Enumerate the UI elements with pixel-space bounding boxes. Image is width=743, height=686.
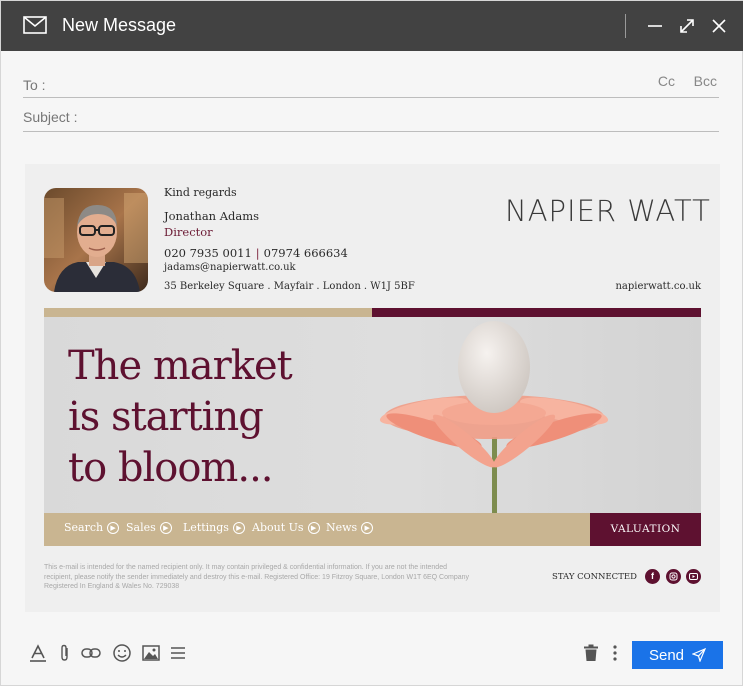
nav-lettings[interactable]: Lettings ▶ [183, 521, 245, 534]
promo-banner[interactable]: The market is starting to bloom... [44, 317, 701, 513]
portrait-image [44, 188, 148, 292]
chevron-right-icon: ▶ [159, 521, 172, 534]
youtube-icon[interactable] [686, 569, 701, 584]
signature-phones: 020 7935 0011 | 07974 666634 [164, 246, 348, 260]
subject-label: Subject : [23, 109, 78, 125]
accent-bar-wine [372, 308, 701, 317]
headline-line-2: is starting [68, 394, 264, 440]
emoji-icon[interactable] [112, 643, 132, 663]
bcc-button[interactable]: Bcc [694, 73, 717, 89]
signature-name: Jonathan Adams [164, 209, 260, 223]
signature-role: Director [164, 225, 213, 239]
phone-office[interactable]: 020 7935 0011 [164, 246, 252, 260]
headline-line-1: The market [68, 343, 293, 389]
attachment-icon[interactable] [55, 643, 75, 663]
more-options-icon[interactable] [168, 643, 188, 663]
title-bar: New Message [1, 1, 743, 51]
to-field[interactable]: To : Cc Bcc [23, 73, 719, 98]
nav-search-label: Search [64, 521, 104, 534]
image-icon[interactable] [141, 643, 161, 663]
minimize-icon[interactable] [646, 17, 664, 35]
link-icon[interactable] [81, 643, 101, 663]
title-separator [625, 14, 626, 38]
website-link[interactable]: napierwatt.co.uk [615, 281, 701, 292]
signature-email[interactable]: jadams@napierwatt.co.uk [164, 262, 296, 273]
subject-field[interactable]: Subject : [23, 105, 719, 132]
nav-about-us-label: About Us [252, 521, 304, 534]
phone-separator: | [255, 246, 260, 260]
compose-window: New Message To : Cc Bcc Subject : Kind r… [0, 0, 743, 686]
nav-sales[interactable]: Sales ▶ [126, 521, 172, 534]
signature-address: 35 Berkeley Square . Mayfair . London . … [164, 281, 415, 292]
signature-nav: Search ▶ Sales ▶ Lettings ▶ About Us ▶ News ▶ [44, 513, 590, 546]
nav-about-us[interactable]: About Us ▶ [252, 521, 320, 534]
close-icon[interactable] [710, 17, 728, 35]
facebook-icon[interactable]: f [645, 569, 660, 584]
nav-sales-label: Sales [126, 521, 156, 534]
signature-photo [44, 188, 148, 292]
nav-news[interactable]: News ▶ [326, 521, 374, 534]
to-label: To : [23, 77, 46, 93]
cc-button[interactable]: Cc [658, 73, 675, 89]
chevron-right-icon: ▶ [307, 521, 320, 534]
nav-search[interactable]: Search ▶ [64, 521, 120, 534]
banner-headline: The market is starting to bloom... [68, 341, 293, 494]
expand-icon[interactable] [678, 17, 696, 35]
stay-connected-label: STAY CONNECTED [552, 572, 637, 582]
accent-bar-tan [44, 308, 372, 317]
valuation-button[interactable]: VALUATION [590, 513, 701, 546]
nav-lettings-label: Lettings [183, 521, 229, 534]
nav-news-label: News [326, 521, 358, 534]
headline-line-3: to bloom... [68, 445, 274, 491]
instagram-icon[interactable] [666, 569, 681, 584]
mail-icon [23, 16, 47, 34]
kebab-menu-icon[interactable] [605, 643, 625, 663]
send-icon [692, 648, 707, 662]
send-button[interactable]: Send [632, 641, 723, 669]
chevron-right-icon: ▶ [232, 521, 245, 534]
phone-mobile[interactable]: 07974 666634 [264, 246, 348, 260]
chevron-right-icon: ▶ [361, 521, 374, 534]
chevron-right-icon: ▶ [107, 521, 120, 534]
text-format-icon[interactable] [28, 643, 48, 663]
message-body[interactable]: Kind regards Jonathan Adams Director 020… [25, 164, 720, 612]
legal-disclaimer: This e-mail is intended for the named re… [44, 564, 470, 590]
window-title: New Message [62, 15, 177, 35]
signature-greeting: Kind regards [164, 186, 237, 199]
trash-icon[interactable] [581, 643, 601, 663]
send-label: Send [648, 646, 685, 664]
brand-logo[interactable]: NAPIER WATT [505, 194, 711, 228]
